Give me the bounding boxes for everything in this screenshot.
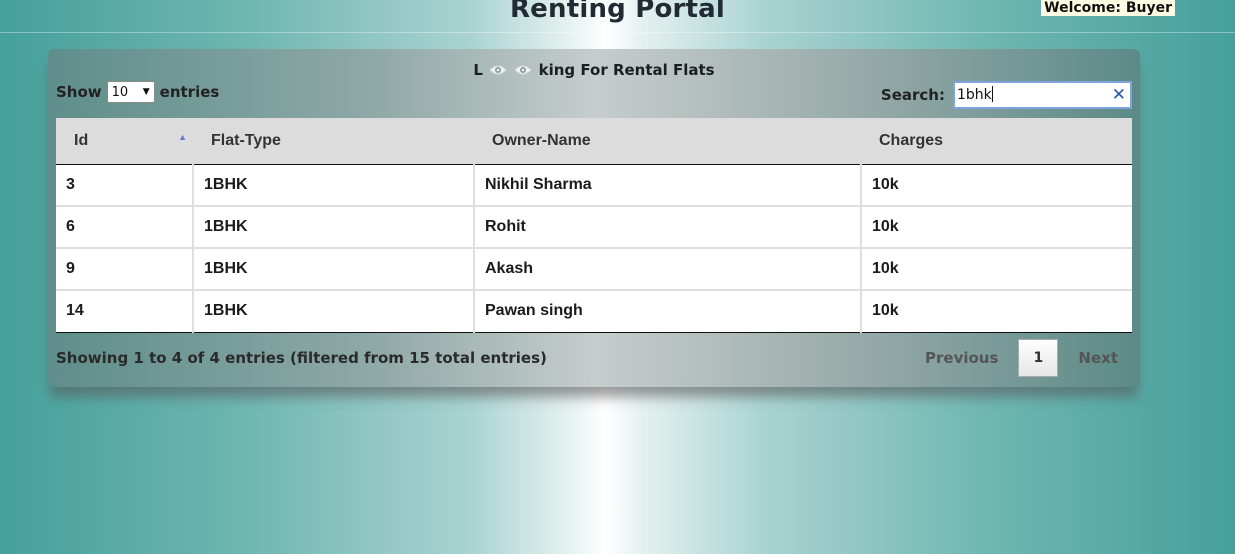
column-header-label: Id	[74, 131, 89, 149]
panel-title-prefix: L	[473, 61, 483, 79]
welcome-badge: Welcome: Buyer	[1041, 0, 1175, 16]
entries-select-value: 10	[111, 84, 129, 100]
entries-select[interactable]: 10 ▼	[106, 81, 155, 103]
eye-icon	[489, 64, 507, 76]
search-input-value: 1bhk	[957, 87, 992, 103]
cell-charges: 10k	[861, 248, 1132, 291]
column-header-label: Owner-Name	[492, 131, 591, 149]
cell-flat-type: 1BHK	[193, 206, 475, 249]
cell-id: 3	[56, 164, 194, 207]
next-page-button[interactable]: Next	[1064, 349, 1132, 367]
search-control: Search: 1bhk ✕	[881, 81, 1132, 109]
listings-panel: L king For Rental Flats Show 10 ▼ entrie…	[48, 49, 1140, 387]
cell-owner-name: Akash	[474, 248, 862, 291]
table-row: 9 1BHK Akash 10k	[56, 248, 1132, 291]
cell-owner-name: Rohit	[474, 206, 862, 249]
search-input[interactable]: 1bhk ✕	[953, 81, 1132, 109]
show-label: Show	[56, 83, 102, 101]
cell-charges: 10k	[861, 164, 1132, 207]
table-row: 6 1BHK Rohit 10k	[56, 206, 1132, 249]
header-divider	[0, 32, 1235, 33]
table-row: 3 1BHK Nikhil Sharma 10k	[56, 164, 1132, 207]
sort-ascending-icon: ▲	[178, 132, 187, 142]
page-1-button[interactable]: 1	[1018, 339, 1059, 377]
column-header-flat-type[interactable]: Flat-Type	[193, 118, 474, 165]
table-header-row: Id ▲ Flat-Type Owner-Name Charges	[56, 118, 1132, 165]
column-header-charges[interactable]: Charges	[861, 118, 1132, 165]
table-row: 14 1BHK Pawan singh 10k	[56, 290, 1132, 333]
table-info: Showing 1 to 4 of 4 entries (filtered fr…	[56, 349, 547, 367]
pagination: Previous 1 Next	[911, 339, 1132, 377]
cell-flat-type: 1BHK	[193, 248, 475, 291]
cell-flat-type: 1BHK	[193, 164, 475, 207]
cell-charges: 10k	[861, 290, 1132, 333]
clear-search-icon[interactable]: ✕	[1112, 85, 1126, 105]
column-header-owner-name[interactable]: Owner-Name	[474, 118, 861, 165]
cell-owner-name: Pawan singh	[474, 290, 862, 333]
panel-title-suffix: king For Rental Flats	[538, 61, 715, 79]
text-cursor	[991, 86, 993, 102]
column-header-label: Flat-Type	[211, 131, 281, 149]
column-header-id[interactable]: Id ▲	[56, 118, 193, 165]
search-label: Search:	[880, 86, 945, 104]
caret-down-icon: ▼	[142, 87, 150, 97]
flats-table: Id ▲ Flat-Type Owner-Name Charges 3 1BHK…	[56, 118, 1132, 333]
cell-owner-name: Nikhil Sharma	[474, 164, 862, 207]
length-control: Show 10 ▼ entries	[56, 81, 219, 103]
entries-label: entries	[159, 83, 220, 101]
previous-page-button[interactable]: Previous	[911, 349, 1012, 367]
column-header-label: Charges	[879, 131, 944, 149]
panel-title: L king For Rental Flats	[48, 61, 1140, 79]
cell-charges: 10k	[861, 206, 1132, 249]
cell-flat-type: 1BHK	[193, 290, 475, 333]
eye-icon	[514, 64, 533, 76]
cell-id: 6	[56, 206, 194, 249]
cell-id: 14	[56, 290, 194, 333]
cell-id: 9	[56, 248, 194, 291]
